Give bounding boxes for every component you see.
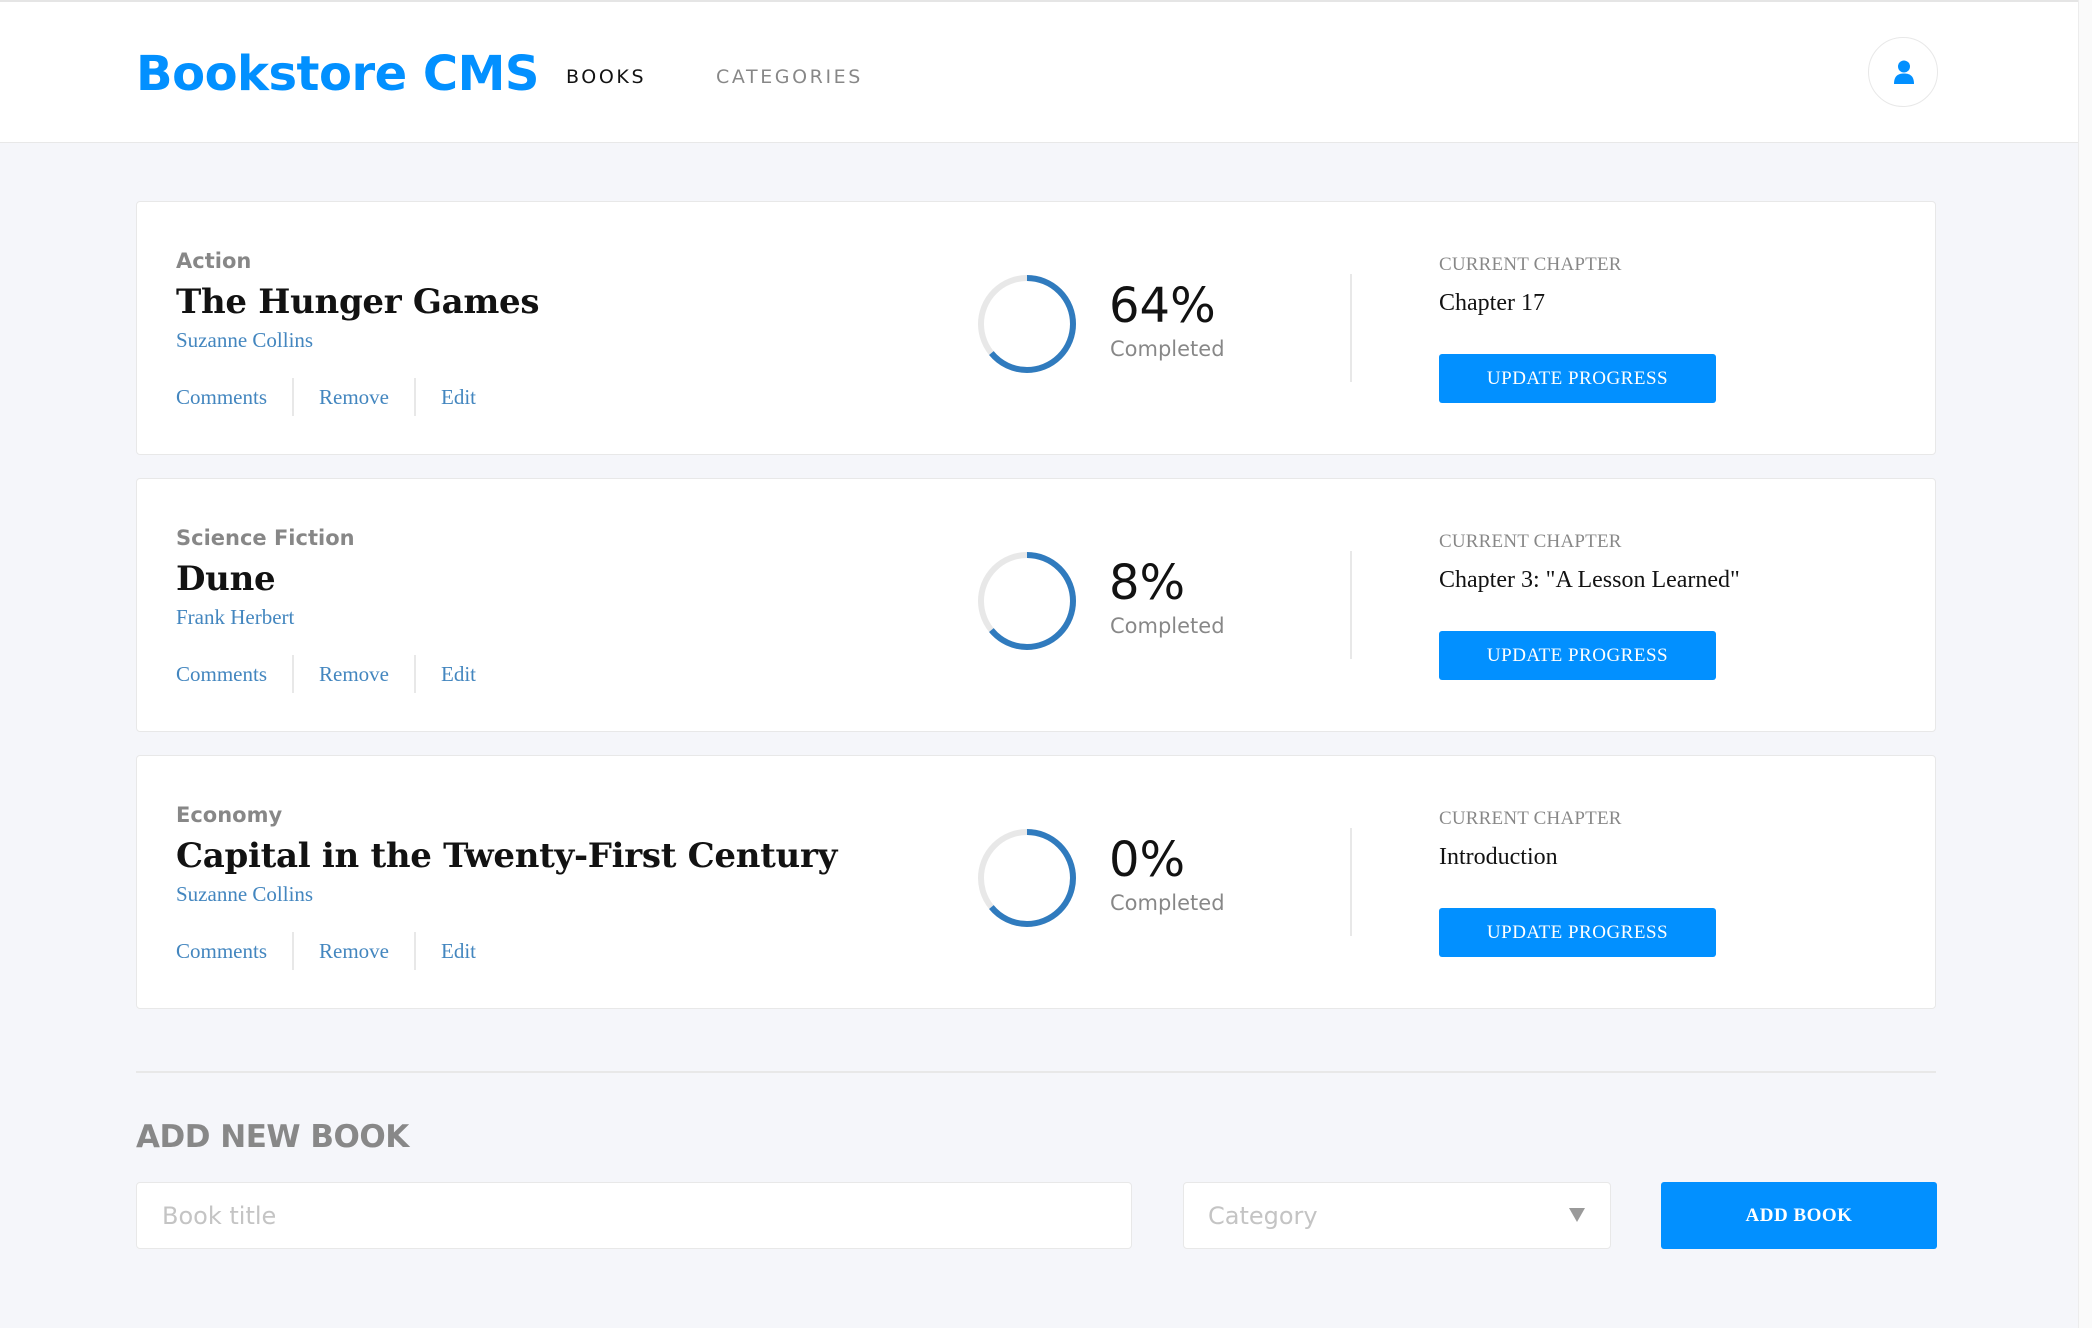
- progress-ring: [978, 552, 1076, 650]
- card-divider: [1350, 551, 1352, 659]
- edit-button[interactable]: Edit: [414, 378, 501, 416]
- edit-button[interactable]: Edit: [414, 932, 501, 970]
- update-progress-button[interactable]: UPDATE PROGRESS: [1439, 631, 1716, 680]
- progress-percent: 64%: [1109, 278, 1216, 334]
- logo[interactable]: Bookstore CMS: [136, 46, 539, 102]
- comments-button[interactable]: Comments: [176, 655, 292, 693]
- book-genre: Science Fiction: [176, 526, 355, 550]
- book-genre: Action: [176, 249, 252, 273]
- book-author[interactable]: Suzanne Collins: [176, 882, 313, 907]
- current-chapter: Introduction: [1439, 844, 1558, 870]
- book-actions: Comments Remove Edit: [176, 932, 501, 970]
- current-chapter: Chapter 17: [1439, 290, 1545, 316]
- current-chapter-label: CURRENT CHAPTER: [1439, 531, 1622, 552]
- current-chapter: Chapter 3: "A Lesson Learned": [1439, 567, 1740, 593]
- progress-completed-label: Completed: [1110, 891, 1225, 915]
- book-genre: Economy: [176, 803, 283, 827]
- progress-ring: [978, 829, 1076, 927]
- progress-completed-label: Completed: [1110, 337, 1225, 361]
- comments-button[interactable]: Comments: [176, 378, 292, 416]
- header: Bookstore CMS BOOKS CATEGORIES: [0, 0, 2085, 143]
- nav-categories[interactable]: CATEGORIES: [716, 66, 863, 88]
- user-icon: [1894, 60, 1914, 84]
- book-card: Science Fiction Dune Frank Herbert Comme…: [136, 478, 1936, 732]
- page: Bookstore CMS BOOKS CATEGORIES Action Th…: [0, 0, 2085, 1328]
- progress-completed-label: Completed: [1110, 614, 1225, 638]
- current-chapter-label: CURRENT CHAPTER: [1439, 808, 1622, 829]
- book-actions: Comments Remove Edit: [176, 655, 501, 693]
- book-title: Capital in the Twenty-First Century: [176, 836, 838, 876]
- user-button[interactable]: [1868, 37, 1938, 107]
- book-author[interactable]: Frank Herbert: [176, 605, 294, 630]
- book-actions: Comments Remove Edit: [176, 378, 501, 416]
- book-title-input[interactable]: [136, 1182, 1132, 1249]
- remove-button[interactable]: Remove: [292, 378, 414, 416]
- book-card: Action The Hunger Games Suzanne Collins …: [136, 201, 1936, 455]
- comments-button[interactable]: Comments: [176, 932, 292, 970]
- category-select[interactable]: Category: [1183, 1182, 1611, 1249]
- card-divider: [1350, 274, 1352, 382]
- update-progress-button[interactable]: UPDATE PROGRESS: [1439, 354, 1716, 403]
- remove-button[interactable]: Remove: [292, 932, 414, 970]
- edit-button[interactable]: Edit: [414, 655, 501, 693]
- update-progress-button[interactable]: UPDATE PROGRESS: [1439, 908, 1716, 957]
- progress-percent: 0%: [1109, 832, 1186, 888]
- form-divider: [136, 1071, 1936, 1073]
- form-title: ADD NEW BOOK: [136, 1119, 409, 1155]
- current-chapter-label: CURRENT CHAPTER: [1439, 254, 1622, 275]
- remove-button[interactable]: Remove: [292, 655, 414, 693]
- scrollbar[interactable]: [2078, 0, 2085, 1328]
- book-card: Economy Capital in the Twenty-First Cent…: [136, 755, 1936, 1009]
- book-title: Dune: [176, 559, 276, 599]
- book-author[interactable]: Suzanne Collins: [176, 328, 313, 353]
- progress-percent: 8%: [1109, 555, 1186, 611]
- add-book-button[interactable]: ADD BOOK: [1661, 1182, 1937, 1249]
- category-select-value: Category: [1208, 1202, 1318, 1230]
- book-title: The Hunger Games: [176, 282, 540, 322]
- progress-ring: [978, 275, 1076, 373]
- caret-down-icon: [1569, 1208, 1585, 1222]
- card-divider: [1350, 828, 1352, 936]
- nav-books[interactable]: BOOKS: [566, 66, 646, 88]
